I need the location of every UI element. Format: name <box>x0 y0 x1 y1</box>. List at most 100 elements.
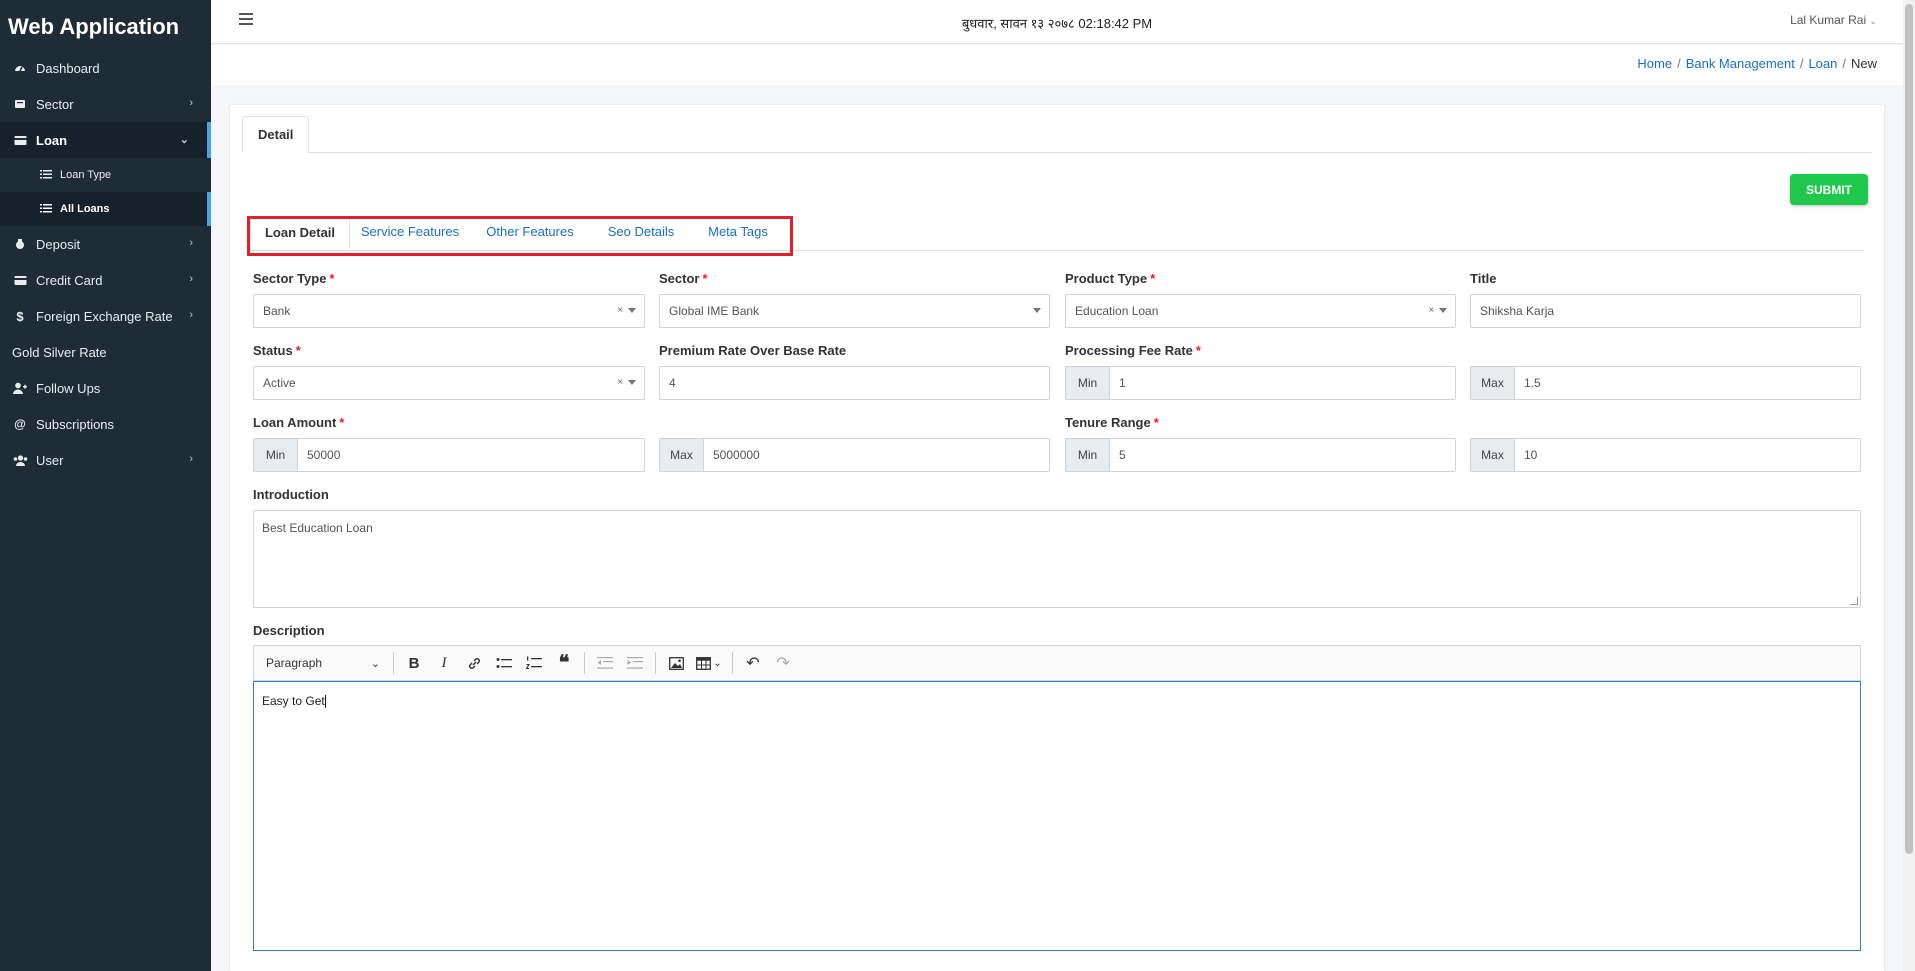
sidebar-item-deposit[interactable]: Deposit › <box>0 226 211 262</box>
sidebar-item-label: Deposit <box>36 236 81 252</box>
clear-select-icon[interactable]: × <box>617 367 636 399</box>
loan-amount-min-group: Min 50000 <box>253 438 645 472</box>
breadcrumb-bank-management[interactable]: Bank Management <box>1686 56 1795 71</box>
sidebar-item-subscriptions[interactable]: @ Subscriptions <box>0 406 211 442</box>
tenure-min-group: Min 5 <box>1065 438 1456 472</box>
indent-button[interactable] <box>620 649 650 677</box>
tenure-range-label: Tenure Range * <box>1065 415 1159 430</box>
editor-toolbar: Paragraph ⌄ B I ❝ ⌄ ↶ ↷ <box>253 645 1861 681</box>
processing-fee-max-input[interactable]: 1.5 <box>1514 366 1861 400</box>
paragraph-format-dropdown[interactable]: Paragraph ⌄ <box>258 650 388 676</box>
list-icon <box>40 203 54 215</box>
tab-seo-details[interactable]: Seo Details <box>598 217 684 250</box>
bulleted-list-icon <box>496 657 512 668</box>
min-addon: Min <box>1065 438 1109 472</box>
max-addon: Max <box>1470 366 1514 400</box>
processing-fee-min-input[interactable]: 1 <box>1109 366 1456 400</box>
status-label: Status * <box>253 343 301 358</box>
undo-button[interactable]: ↶ <box>738 649 768 677</box>
users-icon <box>12 452 28 468</box>
insert-table-button[interactable]: ⌄ <box>691 649 727 677</box>
indent-icon <box>627 657 643 669</box>
sidebar-item-user[interactable]: User › <box>0 442 211 478</box>
sidebar-subitem-label: All Loans <box>60 203 110 215</box>
sidebar-subitem-all-loans[interactable]: All Loans <box>0 192 211 226</box>
chevron-down-icon: ⌄ <box>370 657 380 670</box>
tab-meta-tags[interactable]: Meta Tags <box>698 217 778 250</box>
sidebar-item-label: Gold Silver Rate <box>12 344 107 360</box>
sector-type-select[interactable]: Bank × <box>253 294 645 328</box>
chevron-right-icon: › <box>189 97 193 109</box>
page-scrollbar-thumb[interactable] <box>1905 4 1913 854</box>
italic-button[interactable]: I <box>429 649 459 677</box>
undo-icon: ↶ <box>746 655 760 672</box>
sidebar-item-label: Follow Ups <box>36 380 101 396</box>
outdent-button[interactable] <box>590 649 620 677</box>
premium-rate-label: Premium Rate Over Base Rate <box>659 343 847 358</box>
breadcrumb-home[interactable]: Home <box>1637 56 1672 71</box>
redo-button[interactable]: ↷ <box>768 649 798 677</box>
tab-loan-detail[interactable]: Loan Detail <box>250 217 350 250</box>
user-name-label: Lal Kumar Rai <box>1790 13 1867 27</box>
numbered-list-button[interactable] <box>519 649 549 677</box>
sidebar-subitem-label: Loan Type <box>60 169 112 181</box>
sidebar-item-credit-card[interactable]: Credit Card › <box>0 262 211 298</box>
toolbar-divider <box>393 652 394 674</box>
redo-icon: ↷ <box>776 655 790 672</box>
product-type-value: Education Loan <box>1075 304 1159 318</box>
sidebar-item-gold-silver[interactable]: Gold Silver Rate <box>0 334 211 370</box>
breadcrumb-loan[interactable]: Loan <box>1808 56 1837 71</box>
min-addon: Min <box>1065 366 1109 400</box>
submit-button[interactable]: SUBMIT <box>1790 174 1868 205</box>
tab-detail[interactable]: Detail <box>242 116 310 153</box>
link-icon <box>468 657 480 669</box>
clear-select-icon[interactable]: × <box>1428 295 1447 327</box>
outdent-icon <box>597 657 613 669</box>
user-plus-icon <box>12 380 28 396</box>
sidebar-item-label: Dashboard <box>36 60 100 76</box>
sidebar-item-dashboard[interactable]: Dashboard <box>0 50 211 86</box>
content-header: Home / Bank Management / Loan / New <box>211 45 1903 85</box>
chevron-right-icon: › <box>189 309 193 321</box>
deposit-icon <box>12 236 28 252</box>
sidebar-item-sector[interactable]: Sector › <box>0 86 211 122</box>
loan-amount-max-group: Max 5000000 <box>659 438 1050 472</box>
premium-rate-input[interactable]: 4 <box>659 366 1050 400</box>
introduction-textarea[interactable]: Best Education Loan <box>253 510 1861 608</box>
insert-image-button[interactable] <box>661 649 691 677</box>
link-button[interactable] <box>459 649 489 677</box>
tab-other-features[interactable]: Other Features <box>478 217 582 250</box>
datetime-display: बुधवार, सावन १३ २०७८ 02:18:42 PM <box>961 16 1153 31</box>
text-cursor <box>324 695 326 709</box>
bulleted-list-button[interactable] <box>489 649 519 677</box>
tab-service-features[interactable]: Service Features <box>356 217 464 250</box>
sidebar-item-foreign-exchange[interactable]: $ Foreign Exchange Rate › <box>0 298 211 334</box>
bold-button[interactable]: B <box>399 649 429 677</box>
product-type-select[interactable]: Education Loan × <box>1065 294 1456 328</box>
sidebar-item-loan[interactable]: Loan ⌄ <box>0 122 211 158</box>
sector-type-value: Bank <box>263 304 291 318</box>
status-select[interactable]: Active × <box>253 366 645 400</box>
card-tabs-divider <box>242 152 1872 153</box>
loan-amount-min-input[interactable]: 50000 <box>297 438 645 472</box>
introduction-label: Introduction <box>253 487 329 502</box>
sidebar-subitem-loan-type[interactable]: Loan Type <box>0 158 211 192</box>
sector-select[interactable]: Global IME Bank <box>659 294 1050 328</box>
dashboard-icon <box>12 60 28 76</box>
user-menu[interactable]: Lal Kumar Rai ⌄ <box>1790 13 1877 27</box>
chevron-down-icon: ⌄ <box>179 134 189 146</box>
chevron-down-icon: ⌄ <box>713 657 722 669</box>
chevron-down-icon: ⌄ <box>1869 16 1877 26</box>
sidebar-item-label: Subscriptions <box>36 416 115 432</box>
clear-select-icon[interactable]: × <box>617 295 636 327</box>
italic-icon: I <box>441 654 447 671</box>
loan-amount-max-input[interactable]: 5000000 <box>703 438 1050 472</box>
description-editor[interactable]: Easy to Get <box>253 681 1861 951</box>
tenure-min-input[interactable]: 5 <box>1109 438 1456 472</box>
tenure-max-input[interactable]: 10 <box>1514 438 1861 472</box>
block-quote-button[interactable]: ❝ <box>549 649 579 677</box>
paragraph-format-value: Paragraph <box>266 656 323 670</box>
resize-handle-icon[interactable] <box>1850 597 1858 605</box>
title-input[interactable]: Shiksha Karja <box>1470 294 1861 328</box>
sidebar-item-follow-ups[interactable]: Follow Ups <box>0 370 211 406</box>
